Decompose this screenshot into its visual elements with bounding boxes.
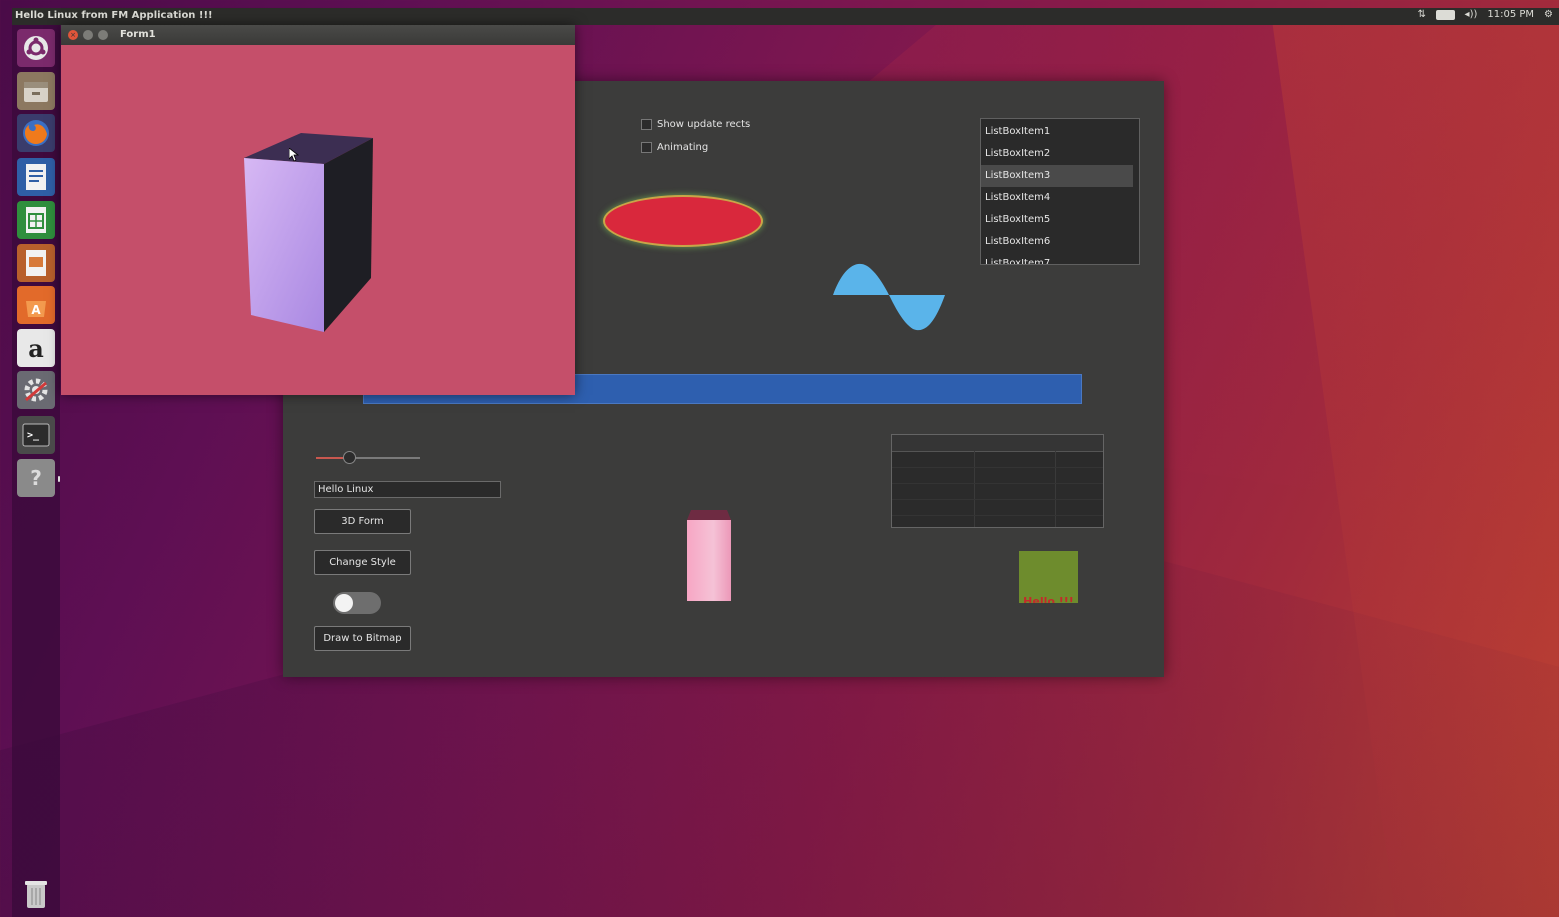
slider-thumb[interactable] [343, 451, 356, 464]
red-ellipse-shape [603, 195, 763, 247]
3d-cube [244, 133, 373, 332]
form1-viewport[interactable] [61, 45, 575, 395]
change-style-button[interactable]: Change Style [314, 550, 411, 575]
top-panel: Hello Linux from FM Application !!! ⇅ En… [12, 8, 1559, 25]
svg-text:A: A [31, 303, 41, 317]
maximize-icon[interactable] [98, 30, 108, 40]
close-icon[interactable]: × [68, 30, 78, 40]
volume-icon[interactable]: ◂)) [1465, 9, 1478, 20]
toggle-knob[interactable] [335, 594, 353, 612]
svg-text:>_: >_ [27, 430, 40, 441]
grid-header [892, 435, 1103, 452]
list-item[interactable]: ListBoxItem5 [981, 209, 1133, 231]
pink-cylinder-shape [687, 510, 731, 601]
track-slider[interactable] [316, 450, 420, 466]
bitmap-text: Hello !!! [1023, 595, 1074, 603]
text-edit-field[interactable]: Hello Linux [314, 481, 501, 498]
form1-titlebar[interactable]: × Form1 [61, 25, 575, 45]
software-center-icon[interactable]: A [17, 286, 55, 324]
files-icon[interactable] [17, 72, 55, 110]
list-item[interactable]: ListBoxItem7 [981, 253, 1133, 264]
terminal-icon[interactable]: >_ [17, 416, 55, 454]
impress-icon[interactable] [17, 244, 55, 282]
help-icon[interactable]: ? [17, 459, 55, 497]
3d-form-button[interactable]: 3D Form [314, 509, 411, 534]
amazon-icon[interactable]: a [17, 329, 55, 367]
keyboard-layout-indicator[interactable]: En [1435, 9, 1455, 20]
list-item[interactable]: ListBoxItem4 [981, 187, 1133, 209]
listbox[interactable]: ListBoxItem1 ListBoxItem2 ListBoxItem3 L… [980, 118, 1140, 265]
calc-icon[interactable] [17, 201, 55, 239]
launcher-bar: A a >_ ? [12, 25, 60, 917]
list-item-selected[interactable]: ListBoxItem3 [981, 165, 1133, 187]
list-item[interactable]: ListBoxItem6 [981, 231, 1133, 253]
network-icon[interactable]: ⇅ [1418, 9, 1426, 20]
checkbox-label: Animating [657, 142, 709, 153]
form1-window: × Form1 [61, 25, 575, 395]
clock[interactable]: 11:05 PM [1487, 9, 1534, 20]
show-update-rects-checkbox[interactable]: Show update rects [641, 119, 750, 130]
list-item[interactable]: ListBoxItem1 [981, 121, 1133, 143]
mouse-cursor-icon [289, 148, 299, 162]
checkbox-box[interactable] [641, 142, 652, 153]
sine-wave-shape [833, 263, 945, 331]
string-grid[interactable] [891, 434, 1104, 528]
grid-row-line [892, 467, 1103, 468]
grid-row-line [892, 515, 1103, 516]
launcher-running-indicator [58, 476, 60, 482]
toggle-switch[interactable] [333, 592, 381, 614]
minimize-icon[interactable] [83, 30, 93, 40]
firefox-icon[interactable] [17, 114, 55, 152]
grid-row-line [892, 499, 1103, 500]
grid-row-line [892, 483, 1103, 484]
ubuntu-dash-icon[interactable] [17, 29, 55, 67]
draw-to-bitmap-button[interactable]: Draw to Bitmap [314, 626, 411, 651]
slider-fill [316, 457, 345, 459]
active-window-title: Hello Linux from FM Application !!! [15, 10, 213, 21]
checkbox-box[interactable] [641, 119, 652, 130]
list-item[interactable]: ListBoxItem2 [981, 143, 1133, 165]
checkbox-label: Show update rects [657, 119, 751, 130]
system-tray: ⇅ En ◂)) 11:05 PM ⚙ [1418, 9, 1553, 20]
window-title: Form1 [120, 29, 156, 40]
green-bitmap-box: Hello !!! [1019, 551, 1078, 603]
system-settings-icon[interactable] [17, 371, 55, 409]
power-gear-icon[interactable]: ⚙ [1544, 9, 1553, 20]
trash-icon[interactable] [17, 875, 55, 913]
animating-checkbox[interactable]: Animating [641, 142, 708, 153]
writer-icon[interactable] [17, 158, 55, 196]
